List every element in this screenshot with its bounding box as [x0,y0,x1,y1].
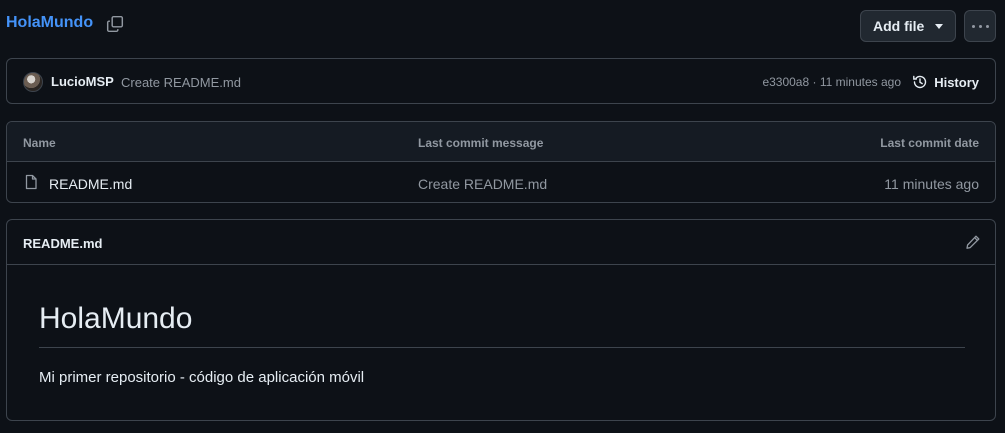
add-file-label: Add file [873,18,925,34]
column-header-last-commit-message: Last commit message [418,136,544,150]
column-header-name: Name [23,136,56,150]
file-table: Name Last commit message Last commit dat… [6,121,996,203]
pencil-icon[interactable] [965,234,981,250]
latest-commit-bar: LucioMSP Create README.md e3300a8 · 11 m… [6,58,996,104]
file-table-header: Name Last commit message Last commit dat… [7,122,995,162]
readme-body-text: Mi primer repositorio - código de aplica… [39,369,365,386]
divider [39,347,965,348]
table-row[interactable]: README.md Create README.md 11 minutes ag… [7,162,995,202]
commit-time: 11 minutes ago [819,75,901,89]
kebab-icon-dot [985,24,989,28]
history-icon [913,75,927,89]
avatar[interactable] [23,72,43,92]
file-icon [25,174,37,190]
commit-meta: e3300a8 · 11 minutes ago [762,75,901,89]
readme-title-link[interactable]: README.md [23,236,102,251]
file-commit-message-link[interactable]: Create README.md [418,176,547,192]
commit-meta-separator: · [809,75,820,89]
commit-author-link[interactable]: LucioMSP [51,74,114,89]
file-name-link[interactable]: README.md [49,176,132,192]
file-commit-date: 11 minutes ago [884,176,979,192]
repo-name-link[interactable]: HolaMundo [6,14,93,32]
column-header-last-commit-date: Last commit date [880,136,979,150]
caret-down-icon [935,24,943,29]
kebab-icon-dot [978,24,982,28]
readme-header: README.md [7,220,995,265]
add-file-button[interactable]: Add file [860,10,956,42]
commit-message-link[interactable]: Create README.md [121,75,241,90]
history-button[interactable]: History [912,74,979,90]
repo-header: HolaMundo Add file [0,0,1005,50]
history-label: History [934,74,979,90]
readme-panel: README.md HolaMundo Mi primer repositori… [6,219,996,421]
more-options-button[interactable] [964,10,996,42]
commit-sha-link[interactable]: e3300a8 [762,75,809,89]
kebab-icon-dot [971,24,975,28]
copy-icon[interactable] [106,15,124,33]
readme-heading: HolaMundo [39,302,193,335]
